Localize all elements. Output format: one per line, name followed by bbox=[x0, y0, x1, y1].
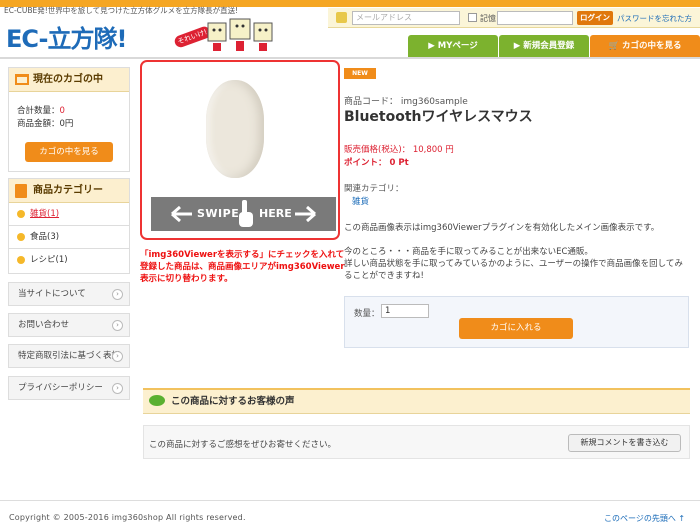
related-category-label: 関連カテゴリ： bbox=[344, 184, 404, 194]
chevron-right-icon: › bbox=[112, 383, 123, 394]
view-cart-button[interactable]: カゴの中を見る bbox=[25, 142, 113, 162]
product-image-mouse[interactable] bbox=[206, 80, 264, 178]
reviews-empty-text: この商品に対するご感想をぜひお寄せください。 bbox=[149, 440, 337, 450]
category-item-food[interactable]: 食品(3) bbox=[9, 226, 129, 249]
lock-icon bbox=[336, 12, 347, 23]
cart-icon: 🛒 bbox=[608, 41, 623, 51]
logo-text: EC-立方隊! bbox=[6, 25, 127, 53]
product-point: ポイント： 0 Pt bbox=[344, 158, 409, 168]
sidebar-link-privacy[interactable]: プライバシーポリシー › bbox=[8, 376, 130, 400]
sidebar-link-legal[interactable]: 特定商取引法に基づく表記 › bbox=[8, 344, 130, 368]
swipe-left-label: SWIPE bbox=[197, 207, 240, 220]
email-input[interactable]: メールアドレス bbox=[352, 11, 460, 25]
nav-cart-button[interactable]: 🛒 カゴの中を見る bbox=[590, 35, 700, 57]
arrow-up-icon: ↑ bbox=[675, 514, 686, 523]
nav-register-button[interactable]: ▶ 新規会員登録 bbox=[499, 35, 589, 57]
product-description: この商品画像表示はimg360Viewerプラグインを有効化したメイン画像表示で… bbox=[344, 223, 683, 281]
cart-total-price: 商品金額：0円 bbox=[17, 119, 74, 129]
related-category-link[interactable]: 雑貨 bbox=[352, 195, 369, 207]
bullet-icon bbox=[17, 233, 25, 241]
viewer-note: 「img360Viewerを表示する」にチェックを入れて登録した商品は、商品画像… bbox=[140, 250, 345, 284]
cube-mascots-icon bbox=[207, 18, 273, 51]
sidebar-link-contact[interactable]: お問い合わせ › bbox=[8, 313, 130, 337]
nav-divider bbox=[0, 57, 700, 59]
chevron-right-icon: › bbox=[112, 289, 123, 300]
category-heading: 商品カテゴリー bbox=[9, 179, 129, 203]
bullet-icon bbox=[17, 256, 25, 264]
new-comment-button[interactable]: 新規コメントを書き込む bbox=[568, 434, 681, 452]
forgot-password-link[interactable]: パスワードを忘れた方 bbox=[617, 13, 692, 24]
reviews-heading: この商品に対するお客様の声 bbox=[143, 388, 690, 414]
nav-mypage-button[interactable]: ▶ MYページ bbox=[408, 35, 498, 57]
footer-divider bbox=[0, 500, 700, 501]
chevron-right-icon: ▶ bbox=[513, 41, 524, 51]
chevron-right-icon: › bbox=[112, 351, 123, 362]
chevron-right-icon: ▶ bbox=[428, 41, 438, 51]
category-item-zakka[interactable]: 雑貨(1) bbox=[9, 203, 129, 226]
speech-bubble-icon bbox=[149, 395, 165, 406]
remember-label: 記憶 bbox=[480, 14, 496, 23]
login-button[interactable]: ログイン bbox=[577, 11, 613, 25]
quantity-input[interactable]: 1 bbox=[381, 304, 429, 318]
category-item-recipe[interactable]: レシピ(1) bbox=[9, 249, 129, 272]
book-icon bbox=[15, 184, 27, 198]
cart-icon bbox=[15, 74, 29, 85]
page-top-link[interactable]: このページの先頭へ ↑ bbox=[604, 513, 685, 524]
arrow-right-icon bbox=[295, 206, 316, 222]
product-name: Bluetoothワイヤレスマウス bbox=[344, 109, 533, 125]
remember-checkbox[interactable] bbox=[468, 13, 477, 22]
site-logo[interactable]: EC-立方隊! それいけ! bbox=[6, 15, 276, 53]
cart-box-heading: 現在のカゴの中 bbox=[9, 68, 129, 92]
copyright-text: Copyright © 2005-2016 img360shop All rig… bbox=[9, 513, 246, 522]
bullet-icon bbox=[17, 210, 25, 218]
sidebar-link-about[interactable]: 当サイトについて › bbox=[8, 282, 130, 306]
arrow-left-icon bbox=[171, 206, 192, 222]
new-badge: NEW bbox=[344, 68, 376, 79]
swipe-control[interactable]: SWIPE HERE bbox=[151, 197, 336, 231]
hand-icon bbox=[239, 200, 253, 227]
cart-total-qty: 合計数量：0 bbox=[17, 106, 65, 116]
product-price: 販売価格(税込)： 10,800 円 bbox=[344, 145, 454, 155]
add-to-cart-button[interactable]: カゴに入れる bbox=[459, 318, 573, 339]
password-input[interactable] bbox=[497, 11, 573, 25]
quantity-label: 数量： bbox=[354, 309, 380, 319]
swipe-right-label: HERE bbox=[259, 207, 292, 220]
chevron-right-icon: › bbox=[112, 320, 123, 331]
